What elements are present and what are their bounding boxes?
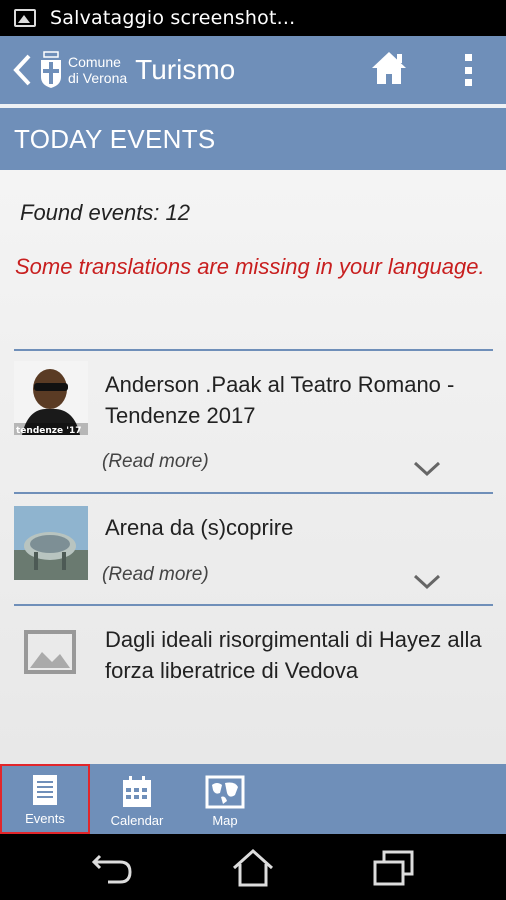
calendar-icon [123,776,151,807]
event-title[interactable]: Anderson .Paak al Teatro Romano -Tendenz… [105,369,485,431]
read-more-link[interactable]: (Read more) [102,451,209,473]
overflow-menu-icon[interactable] [458,50,478,90]
comune-verona-logo: Comune di Verona [38,51,127,89]
event-thumbnail: tendenze '17 [14,361,88,435]
missing-translation-warning: Some translations are missing in your la… [15,254,485,279]
event-item[interactable]: Arena da (s)coprire (Read more) [14,492,493,605]
status-bar: Salvataggio screenshot... [0,0,506,36]
tab-label: Calendar [110,813,164,828]
logo-line-2: di Verona [68,70,128,86]
events-list-area[interactable]: Found events: 12 Some translations are m… [0,170,506,764]
tab-events[interactable]: Events [0,764,90,834]
action-bar: Comune di Verona Turismo [0,36,506,104]
found-events-count: Found events: 12 [20,200,191,225]
event-item[interactable]: tendenze '17 Anderson .Paak al Teatro Ro… [14,349,493,493]
event-title[interactable]: Arena da (s)coprire [105,512,485,543]
chevron-down-icon[interactable] [412,459,442,479]
tab-label: Events [25,811,65,826]
tab-map[interactable]: Map [180,764,270,834]
section-header: TODAY EVENTS [0,108,506,170]
system-nav-bar [0,834,506,900]
thumbnail-caption: tendenze '17 [16,426,82,435]
crest-icon [38,51,64,89]
event-thumbnail [14,506,88,580]
event-item[interactable]: Dagli ideali risorgimentali di Hayez all… [14,604,493,764]
image-notification-icon [14,9,36,27]
tab-calendar[interactable]: Calendar [92,764,182,834]
back-icon[interactable] [10,50,34,90]
logo-line-1: Comune [68,54,121,70]
logo-text: Comune di Verona [68,54,127,86]
bottom-tab-bar: Events Calendar Map [0,764,506,834]
recent-apps-icon[interactable] [370,848,416,888]
image-placeholder-icon [22,624,82,684]
chevron-down-icon[interactable] [412,572,442,592]
events-list-icon [33,775,57,805]
section-title: TODAY EVENTS [14,123,216,154]
home-nav-icon[interactable] [230,848,276,888]
app-title: Turismo [135,54,236,85]
read-more-link[interactable]: (Read more) [102,564,209,586]
home-icon[interactable] [370,50,408,88]
event-title[interactable]: Dagli ideali risorgimentali di Hayez all… [105,624,485,686]
status-text: Salvataggio screenshot... [50,7,296,29]
back-nav-icon[interactable] [90,848,136,888]
map-icon [205,775,245,809]
tab-label: Map [212,813,238,828]
